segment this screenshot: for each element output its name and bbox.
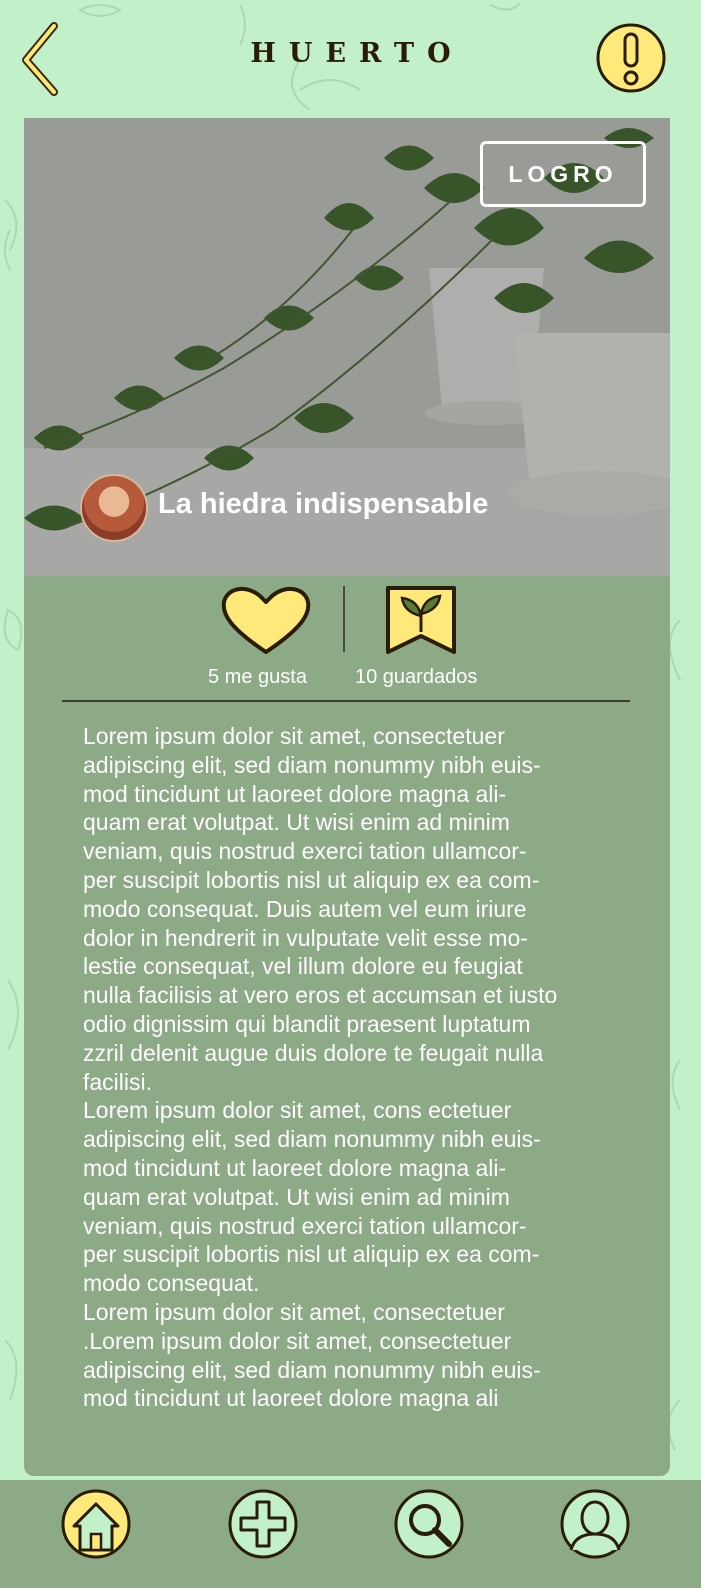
post-stats: 5 me gusta 10 guardados [24, 576, 670, 702]
post-paragraph: Lorem ipsum dolor sit amet, cons ectetue… [83, 1097, 541, 1297]
post-card: LOGRO La hiedra indispensable 5 me gusta… [24, 118, 670, 1476]
post-title: La hiedra indispensable [158, 488, 489, 520]
profile-icon [560, 1489, 630, 1559]
search-icon [394, 1489, 464, 1559]
stats-divider [343, 586, 345, 652]
bottom-nav [0, 1480, 701, 1588]
content-divider [62, 700, 630, 702]
likes-count: 5 me gusta [208, 666, 307, 688]
post-body: Lorem ipsum dolor sit amet, consectetuer… [83, 722, 613, 1413]
saves-count: 10 guardados [355, 666, 478, 688]
author-avatar[interactable] [80, 474, 148, 542]
nav-search[interactable] [393, 1488, 465, 1560]
post-paragraph: Lorem ipsum dolor sit amet, consectetuer… [83, 723, 558, 1095]
alert-button[interactable] [596, 22, 668, 94]
nav-profile[interactable] [559, 1488, 631, 1560]
nav-home[interactable] [60, 1488, 132, 1560]
post-hero-image: LOGRO La hiedra indispensable [24, 118, 670, 576]
home-icon [61, 1489, 131, 1559]
exclamation-icon [596, 23, 666, 93]
nav-add[interactable] [227, 1488, 299, 1560]
heart-icon[interactable] [220, 584, 312, 658]
post-paragraph: Lorem ipsum dolor sit amet, consectetuer… [83, 1298, 541, 1412]
bookmark-sprout-icon[interactable] [384, 584, 460, 656]
top-bar: HUERTO [0, 0, 701, 115]
add-icon [228, 1489, 298, 1559]
achievement-button[interactable]: LOGRO [480, 141, 646, 207]
